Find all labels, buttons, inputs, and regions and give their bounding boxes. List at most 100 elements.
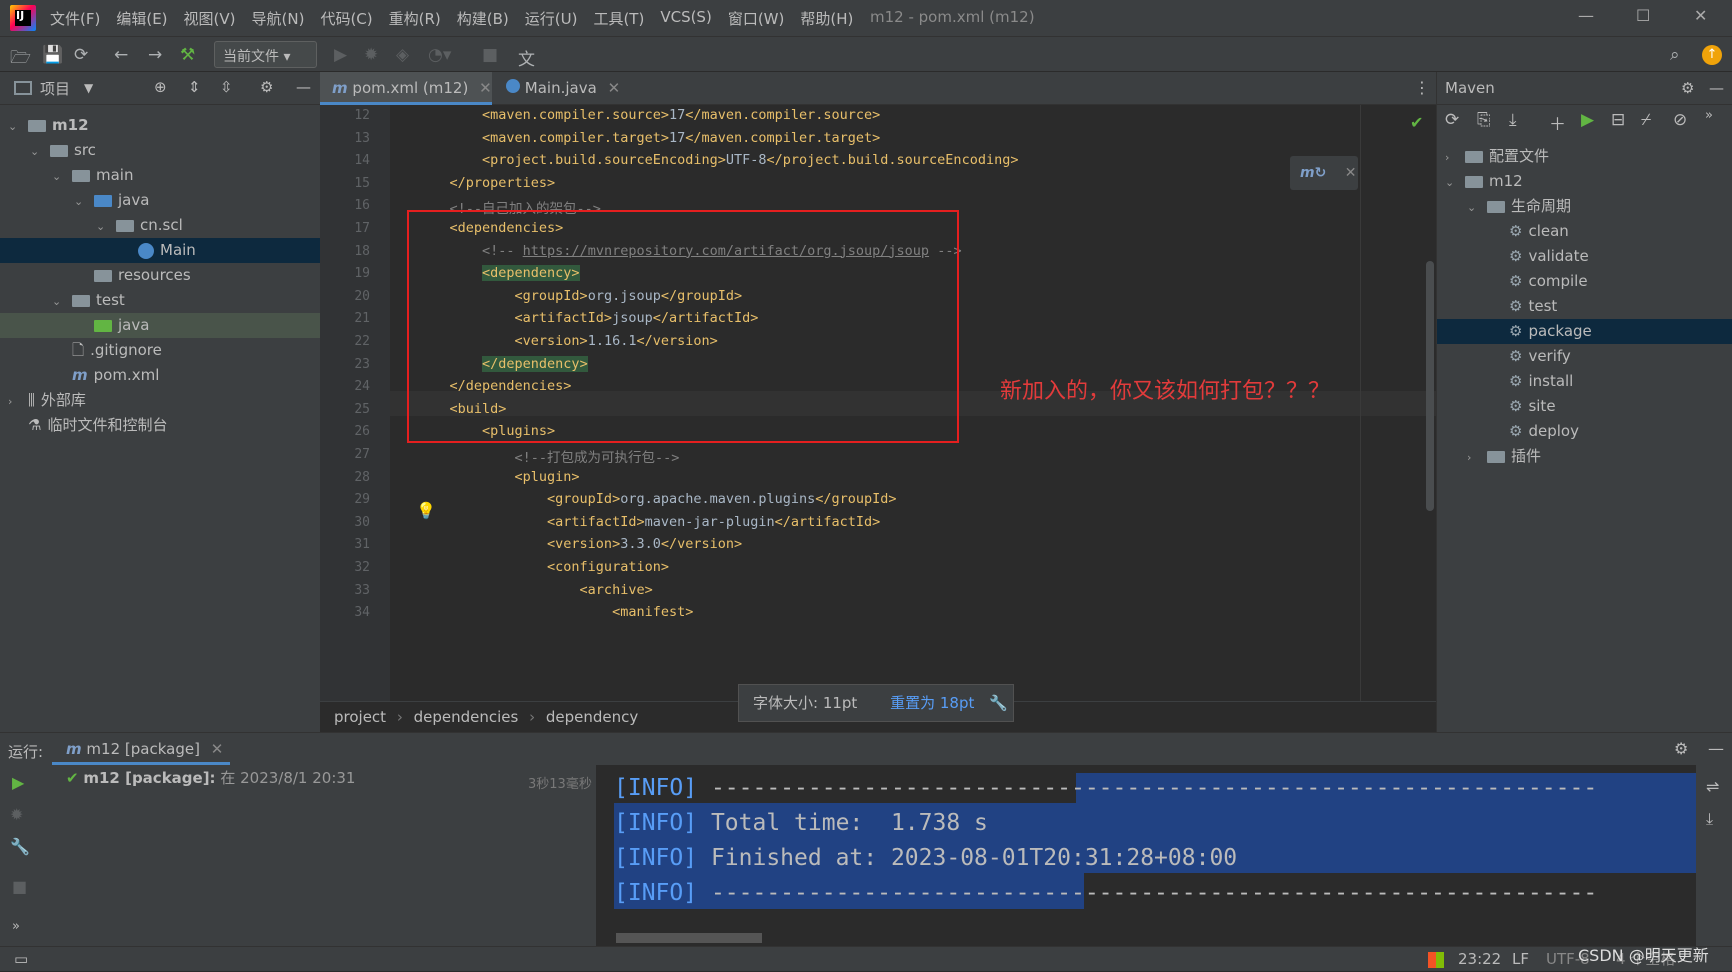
- project-tree-item[interactable]: ⌄ java: [0, 188, 320, 213]
- close-icon[interactable]: ✕: [1345, 165, 1357, 181]
- console-output[interactable]: [INFO] ---------------------------------…: [596, 765, 1696, 946]
- more-icon[interactable]: »: [1705, 108, 1713, 123]
- maven-tree-item[interactable]: ⚙ validate: [1437, 244, 1732, 269]
- project-tree-item[interactable]: m pom.xml: [0, 363, 320, 388]
- close-tab-icon[interactable]: ✕: [479, 79, 492, 97]
- chevron-down-icon[interactable]: ⌄: [30, 139, 44, 164]
- editor-scrollbar[interactable]: [1426, 261, 1434, 511]
- back-icon[interactable]: ←: [114, 45, 128, 65]
- rerun-icon[interactable]: ▶: [12, 773, 24, 792]
- hide-panel-icon[interactable]: —: [1708, 739, 1724, 758]
- menu-item[interactable]: 工具(T): [593, 8, 644, 29]
- chevron-right-icon[interactable]: ›: [1445, 145, 1459, 170]
- code-line[interactable]: <maven.compiler.source>17</maven.compile…: [417, 107, 880, 123]
- save-icon[interactable]: 💾: [42, 45, 63, 65]
- menu-item[interactable]: VCS(S): [660, 8, 711, 29]
- maven-tree-item[interactable]: ⚙ package: [1437, 319, 1732, 344]
- maven-tree-item[interactable]: ⚙ verify: [1437, 344, 1732, 369]
- chevron-down-icon[interactable]: ⌄: [1467, 195, 1481, 220]
- code-line[interactable]: <configuration>: [417, 559, 669, 575]
- reload-icon[interactable]: ⟳: [1445, 110, 1459, 130]
- execute-goal-icon[interactable]: ⊟: [1611, 110, 1625, 130]
- menu-item[interactable]: 帮助(H): [800, 8, 853, 29]
- menu-item[interactable]: 运行(U): [525, 8, 578, 29]
- run-tab[interactable]: m m12 [package] ✕: [52, 733, 230, 765]
- maven-tree-item[interactable]: ⚙ test: [1437, 294, 1732, 319]
- hide-panel-icon[interactable]: —: [1709, 72, 1724, 105]
- toggle-offline-icon[interactable]: ⌿: [1641, 110, 1651, 130]
- chevron-down-icon[interactable]: ⌄: [74, 189, 88, 214]
- menu-item[interactable]: 文件(F): [50, 8, 100, 29]
- breadcrumb-item[interactable]: project: [334, 708, 386, 726]
- chevron-down-icon[interactable]: ⌄: [8, 114, 22, 139]
- close-window-icon[interactable]: ✕: [1694, 6, 1707, 25]
- menu-item[interactable]: 代码(C): [320, 8, 372, 29]
- menu-item[interactable]: 编辑(E): [116, 8, 167, 29]
- chevron-down-icon[interactable]: ▼: [84, 81, 93, 95]
- project-tree-item[interactable]: 🗋 .gitignore: [0, 338, 320, 363]
- console-scrollbar[interactable]: [616, 933, 762, 943]
- download-icon[interactable]: ⤓: [1509, 110, 1517, 130]
- project-tree-item[interactable]: ⌄ cn.scl: [0, 213, 320, 238]
- project-panel-title[interactable]: 项目: [40, 78, 70, 99]
- project-tree-item[interactable]: ⌄ src: [0, 138, 320, 163]
- code-line[interactable]: <plugin>: [417, 469, 580, 485]
- run-config-dropdown[interactable]: 当前文件 ▾: [214, 41, 317, 68]
- lightbulb-icon[interactable]: 💡: [416, 501, 436, 520]
- project-tree-item[interactable]: ⌄ m12: [0, 113, 320, 138]
- tab-pom-xml[interactable]: m pom.xml (m12) ✕: [320, 72, 492, 105]
- code-line[interactable]: <version>3.3.0</version>: [417, 536, 742, 552]
- locate-icon[interactable]: ⊕: [154, 78, 167, 96]
- forward-icon[interactable]: →: [148, 45, 162, 65]
- close-tab-icon[interactable]: ✕: [608, 79, 621, 97]
- chevron-right-icon[interactable]: ›: [8, 389, 22, 414]
- minimize-icon[interactable]: —: [1578, 6, 1594, 25]
- soft-wrap-icon[interactable]: ⇌: [1706, 777, 1719, 796]
- wrench-icon[interactable]: 🔧: [10, 837, 30, 856]
- maven-tree-item[interactable]: ⚙ site: [1437, 394, 1732, 419]
- code-line[interactable]: <maven.compiler.target>17</maven.compile…: [417, 130, 880, 146]
- translate-icon[interactable]: 文: [518, 45, 535, 70]
- breadcrumb-item[interactable]: dependencies: [414, 708, 519, 726]
- menu-item[interactable]: 重构(R): [389, 8, 441, 29]
- build-hammer-icon[interactable]: ⚒: [180, 45, 195, 65]
- project-tree-item[interactable]: Main: [0, 238, 320, 263]
- project-tree-item[interactable]: ⌄ test: [0, 288, 320, 313]
- maven-tree-item[interactable]: ⌄ m12: [1437, 169, 1732, 194]
- chevron-right-icon[interactable]: ›: [1467, 445, 1481, 470]
- tab-main-java[interactable]: Main.java ✕: [494, 72, 624, 105]
- gear-icon[interactable]: ⚙: [1674, 739, 1688, 758]
- menu-item[interactable]: 窗口(W): [728, 8, 785, 29]
- inspection-ok-icon[interactable]: ✔: [1410, 113, 1423, 132]
- run-icon[interactable]: ▶: [1581, 110, 1594, 130]
- breadcrumb-item[interactable]: dependency: [546, 708, 638, 726]
- line-separator[interactable]: LF: [1512, 947, 1529, 972]
- menu-item[interactable]: 导航(N): [252, 8, 305, 29]
- chevron-down-icon[interactable]: ⌄: [52, 289, 66, 314]
- update-icon[interactable]: ↑: [1702, 45, 1722, 65]
- skip-tests-icon[interactable]: ⊘: [1673, 110, 1687, 130]
- close-tab-icon[interactable]: ✕: [211, 740, 224, 758]
- collapse-all-icon[interactable]: ⇳: [220, 78, 233, 96]
- code-line[interactable]: <groupId>org.apache.maven.plugins</group…: [417, 491, 897, 507]
- project-tree-item[interactable]: java: [0, 313, 320, 338]
- toggle-tool-windows-icon[interactable]: ▭: [14, 947, 28, 972]
- add-icon[interactable]: ＋: [1549, 110, 1566, 135]
- search-icon[interactable]: ⌕: [1670, 45, 1680, 65]
- maven-reload-popup[interactable]: m↻ ✕: [1290, 156, 1358, 190]
- project-tree-item[interactable]: › ⫼ 外部库: [0, 388, 320, 413]
- stop-icon[interactable]: ■: [482, 45, 498, 65]
- project-tree-item[interactable]: ⌄ main: [0, 163, 320, 188]
- profile-icon[interactable]: ◔▾: [428, 45, 451, 65]
- project-tree-item[interactable]: ⚗ 临时文件和控制台: [0, 413, 320, 438]
- maven-tree-item[interactable]: ⚙ install: [1437, 369, 1732, 394]
- code-editor[interactable]: 12 13 14 15 16 17 18 19 20 21 22 23 24 25 26 27 28 29 30 31…: [320, 105, 1436, 701]
- code-line[interactable]: <manifest>: [417, 604, 693, 620]
- debug-icon[interactable]: ✹: [10, 805, 23, 824]
- more-icon[interactable]: »: [12, 919, 20, 934]
- gear-icon[interactable]: ⚙: [1681, 72, 1694, 105]
- coverage-icon[interactable]: ◈: [396, 45, 409, 65]
- maven-tree-item[interactable]: ⚙ compile: [1437, 269, 1732, 294]
- expand-all-icon[interactable]: ⇕: [188, 78, 201, 96]
- stop-icon[interactable]: ■: [12, 877, 27, 896]
